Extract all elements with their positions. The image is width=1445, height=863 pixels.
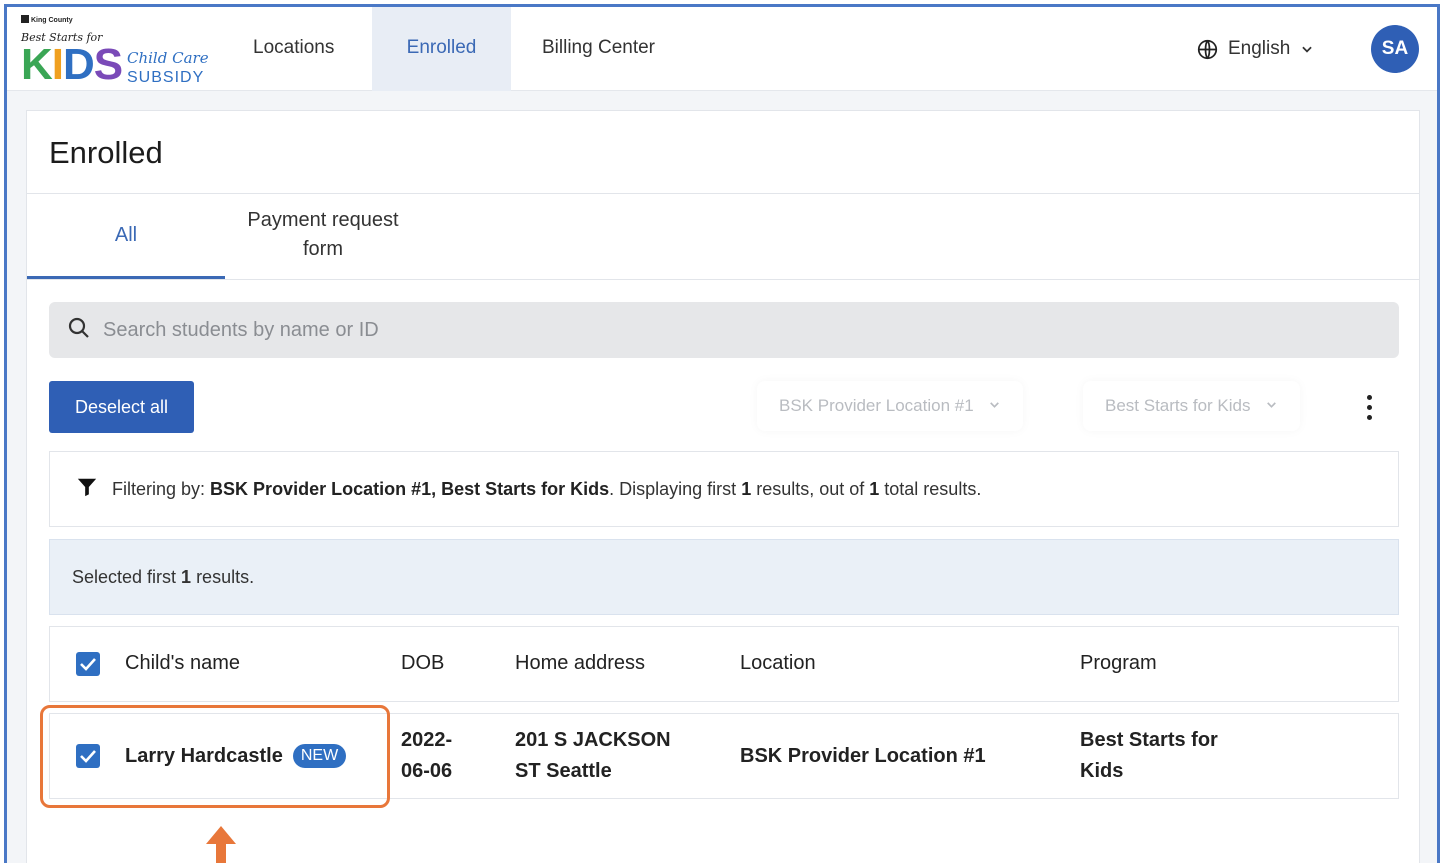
table-row[interactable]: Larry Hardcastle NEW 2022- 06-06 201 S JAC… xyxy=(49,713,1399,799)
column-header-program[interactable]: Program xyxy=(1080,652,1157,675)
language-selector[interactable]: English xyxy=(1197,35,1314,63)
tab-payment-request-form[interactable]: Payment request form xyxy=(225,194,421,279)
table-header: Child's name DOB Home address Location P… xyxy=(49,626,1399,702)
brand-logo[interactable]: King County Best Starts for KIDS Child C… xyxy=(21,15,211,87)
brand-kids-wordmark: KIDS xyxy=(21,40,123,89)
nav-item-locations[interactable]: Locations xyxy=(221,7,366,91)
filter-summary: Filtering by: BSK Provider Location #1, … xyxy=(49,451,1399,527)
deselect-all-button[interactable]: Deselect all xyxy=(49,381,194,433)
county-wordmark: King County xyxy=(21,15,73,24)
chevron-down-icon xyxy=(1265,396,1278,416)
page-title: Enrolled xyxy=(49,135,163,170)
students-table: Child's name DOB Home address Location P… xyxy=(49,626,1399,799)
top-navigation: King County Best Starts for KIDS Child C… xyxy=(7,7,1437,91)
column-header-name[interactable]: Child's name xyxy=(125,652,240,675)
address-cell: 201 S JACKSON ST Seattle xyxy=(515,729,671,782)
row-checkbox[interactable] xyxy=(76,744,100,768)
user-avatar[interactable]: SA xyxy=(1371,25,1419,73)
selection-count: 1 xyxy=(181,566,192,587)
dob-cell: 2022- 06-06 xyxy=(401,729,453,782)
child-name-cell[interactable]: Larry Hardcastle NEW xyxy=(125,741,347,772)
new-badge: NEW xyxy=(292,744,347,768)
column-header-location[interactable]: Location xyxy=(740,652,816,675)
chevron-down-icon xyxy=(988,396,1001,416)
brand-subsidy: SUBSIDY xyxy=(127,69,205,86)
brand-child-care: Child Care xyxy=(127,49,209,67)
selection-status: Selected first 1 results. xyxy=(49,539,1399,615)
chevron-down-icon xyxy=(1300,42,1314,56)
enrolled-card: Enrolled All Payment request form Desele… xyxy=(26,110,1420,863)
select-all-checkbox[interactable] xyxy=(76,652,100,676)
program-filter-value: Best Starts for Kids xyxy=(1105,396,1251,415)
search-icon xyxy=(67,316,103,345)
divider xyxy=(27,279,1419,280)
more-options-icon[interactable] xyxy=(1357,393,1381,421)
nav-item-enrolled[interactable]: Enrolled xyxy=(372,7,511,91)
annotation-arrow-icon xyxy=(204,824,238,863)
child-name: Larry Hardcastle xyxy=(125,745,283,767)
tab-all[interactable]: All xyxy=(27,194,225,279)
filter-icon xyxy=(76,476,112,503)
location-filter-value: BSK Provider Location #1 xyxy=(779,396,974,415)
search-input[interactable] xyxy=(103,318,1303,342)
globe-icon xyxy=(1197,39,1218,60)
program-cell: Best Starts for Kids xyxy=(1080,729,1218,782)
active-filters: BSK Provider Location #1, Best Starts fo… xyxy=(210,478,610,499)
filter-summary-text: Filtering by: BSK Provider Location #1, … xyxy=(112,478,982,499)
search-bar xyxy=(49,302,1399,358)
column-header-dob[interactable]: DOB xyxy=(401,652,444,675)
language-label: English xyxy=(1228,38,1291,59)
program-filter-dropdown[interactable]: Best Starts for Kids xyxy=(1083,381,1300,431)
location-filter-dropdown[interactable]: BSK Provider Location #1 xyxy=(757,381,1023,431)
nav-item-billing-center[interactable]: Billing Center xyxy=(510,7,687,91)
column-header-address[interactable]: Home address xyxy=(515,652,645,675)
location-cell: BSK Provider Location #1 xyxy=(740,745,986,767)
